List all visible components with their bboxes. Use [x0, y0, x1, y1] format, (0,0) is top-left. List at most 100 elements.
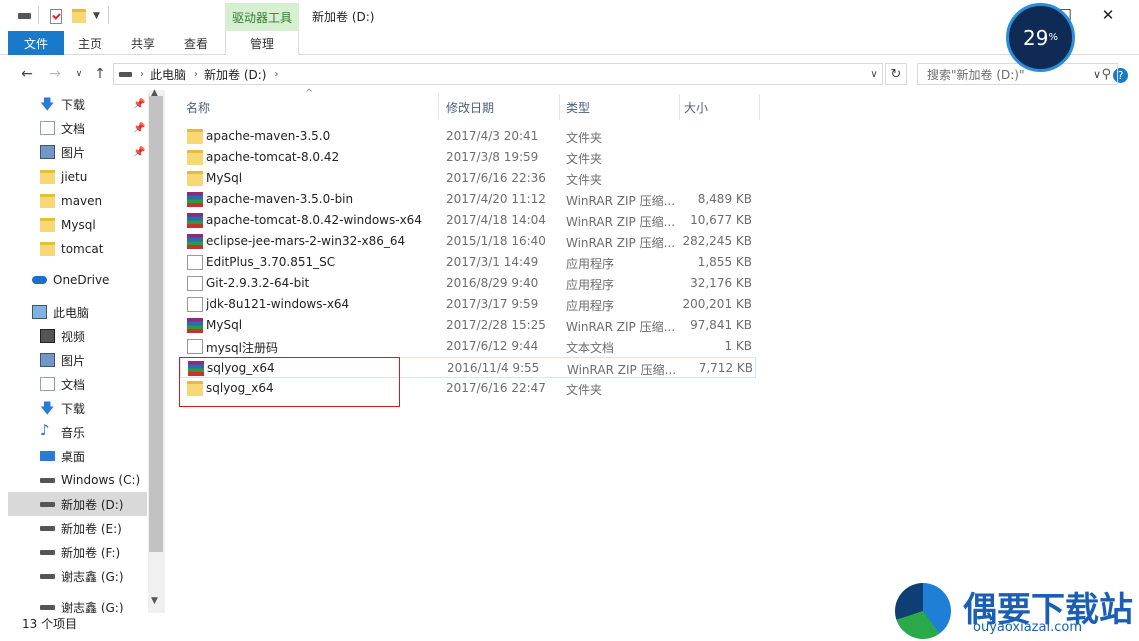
nav-item[interactable]: jietu — [8, 165, 147, 189]
download-icon: 🡇 — [40, 97, 55, 113]
file-row[interactable]: mysql注册码 2017/6/12 9:44 文本文档 1 KB — [180, 336, 756, 357]
nav-item-label: 下载 — [61, 401, 86, 416]
properties-icon[interactable] — [50, 8, 62, 24]
nav-item[interactable]: 新加卷 (F:) — [8, 540, 147, 564]
drive-icon — [40, 574, 55, 579]
nav-scrollbar[interactable]: ▲ ▼ — [148, 88, 165, 613]
nav-item-label: 新加卷 (F:) — [61, 545, 121, 560]
nav-item[interactable]: tomcat — [8, 237, 147, 261]
drive-quick-icon[interactable] — [18, 8, 31, 24]
column-header-date[interactable]: 修改日期 — [440, 94, 560, 120]
file-name: jdk-8u121-windows-x64 — [206, 297, 350, 311]
nav-item[interactable]: 🡇 下载 📌 — [8, 92, 147, 116]
folder-icon — [40, 218, 55, 232]
breadcrumb-this-pc[interactable]: 此电脑 — [150, 66, 186, 83]
nav-item[interactable]: 文档 — [8, 372, 147, 396]
forward-button[interactable]: → — [46, 65, 64, 83]
file-size: 97,841 KB — [690, 318, 752, 332]
rar-icon — [187, 192, 203, 207]
file-row[interactable]: eclipse-jee-mars-2-win32-x86_64 2015/1/18… — [180, 231, 756, 252]
nav-item[interactable]: 新加卷 (D:) — [8, 492, 147, 516]
nav-item-label: Mysql — [61, 218, 96, 232]
back-button[interactable]: ← — [18, 65, 36, 83]
nav-item[interactable]: Windows (C:) — [8, 468, 147, 492]
nav-item[interactable]: ♪ 音乐 — [8, 420, 147, 444]
nav-item[interactable]: OneDrive — [8, 268, 147, 292]
recent-locations-icon[interactable]: ∨ — [70, 65, 88, 83]
download-icon: 🡇 — [40, 401, 55, 417]
nav-item[interactable]: 图片 — [8, 348, 147, 372]
file-date: 2016/8/29 9:40 — [446, 276, 539, 290]
file-date: 2015/1/18 16:40 — [446, 234, 546, 248]
column-header-type[interactable]: 类型 — [560, 94, 680, 120]
file-size: 1,855 KB — [697, 255, 752, 269]
pin-icon[interactable]: 📌 — [133, 123, 145, 134]
pin-icon[interactable]: 📌 — [133, 147, 145, 158]
file-row[interactable]: jdk-8u121-windows-x64 2017/3/17 9:59 应用程序 2… — [180, 294, 756, 315]
app-icon — [187, 297, 203, 312]
nav-item[interactable]: 图片 📌 — [8, 140, 147, 164]
item-count: 13 个项目 — [22, 617, 78, 631]
drive-icon — [40, 502, 55, 507]
folder-icon — [187, 129, 203, 144]
file-row[interactable]: apache-maven-3.5.0-bin 2017/4/20 11:12 Win… — [180, 189, 756, 210]
video-icon — [40, 329, 55, 343]
column-header-size[interactable]: 大小 — [680, 94, 760, 120]
nav-item[interactable]: 谢志鑫 (G:) — [8, 564, 147, 588]
file-row[interactable]: MySql 2017/2/28 15:25 WinRAR ZIP 压缩... 97,8… — [180, 315, 756, 336]
file-type: WinRAR ZIP 压缩... — [566, 320, 676, 334]
file-date: 2017/4/20 11:12 — [446, 192, 546, 206]
file-name: apache-maven-3.5.0 — [206, 129, 331, 143]
quick-access-dropdown-icon[interactable]: ▼ — [93, 8, 100, 24]
breadcrumb-drive-d[interactable]: 新加卷 (D:) — [204, 66, 266, 83]
tab-home[interactable]: 主页 — [66, 31, 114, 55]
file-row[interactable]: EditPlus_3.70.851_SC 2017/3/1 14:49 应用程序 1,… — [180, 252, 756, 273]
computer-icon — [32, 305, 47, 319]
file-type: 文本文档 — [566, 341, 615, 355]
pin-icon[interactable]: 📌 — [133, 99, 145, 110]
nav-item[interactable]: 文档 📌 — [8, 116, 147, 140]
nav-item[interactable]: 谢志鑫 (G:) — [8, 595, 147, 613]
file-size: 200,201 KB — [682, 297, 752, 311]
file-date: 2017/4/18 14:04 — [446, 213, 546, 227]
address-dropdown-icon[interactable]: ∨ — [865, 63, 883, 85]
tab-manage[interactable]: 管理 — [225, 31, 299, 55]
nav-item-label: 文档 — [61, 121, 86, 136]
nav-item[interactable]: 桌面 — [8, 444, 147, 468]
watermark: 偶要下载站 ouyaoxiazai.com — [895, 580, 1139, 641]
up-button[interactable]: ↑ — [91, 65, 109, 83]
close-button[interactable]: ✕ — [1093, 4, 1123, 26]
nav-item[interactable]: Mysql — [8, 213, 147, 237]
badge-unit: % — [1048, 32, 1058, 43]
file-row[interactable]: apache-tomcat-8.0.42-windows-x64 2017/4/1… — [180, 210, 756, 231]
nav-item-label: tomcat — [61, 242, 104, 256]
scroll-down-icon[interactable]: ▼ — [151, 596, 158, 606]
nav-item[interactable]: 新加卷 (E:) — [8, 516, 147, 540]
nav-item[interactable]: 此电脑 — [8, 300, 147, 324]
tab-file[interactable]: 文件 — [8, 31, 64, 55]
file-row[interactable]: MySql 2017/6/16 22:36 文件夹 — [180, 168, 756, 189]
nav-item[interactable]: 视频 — [8, 324, 147, 348]
address-bar[interactable]: › 此电脑 › 新加卷 (D:) › — [113, 63, 883, 85]
breadcrumb-chevron-icon: › — [274, 68, 279, 80]
performance-badge[interactable]: 29% — [1006, 3, 1075, 72]
file-type: 文件夹 — [566, 383, 603, 397]
file-date: 2017/6/16 22:47 — [446, 381, 546, 395]
file-row[interactable]: Git-2.9.3.2-64-bit 2016/8/29 9:40 应用程序 32,1… — [180, 273, 756, 294]
refresh-button[interactable]: ↻ — [885, 63, 907, 85]
tab-view[interactable]: 查看 — [172, 31, 220, 55]
file-row[interactable]: apache-tomcat-8.0.42 2017/3/8 19:59 文件夹 — [180, 147, 756, 168]
new-folder-icon[interactable] — [72, 8, 86, 24]
tab-share[interactable]: 共享 — [118, 31, 168, 55]
search-input[interactable]: 搜索"新加卷 (D:)" — [927, 66, 1025, 83]
file-row[interactable]: apache-maven-3.5.0 2017/4/3 20:41 文件夹 — [180, 126, 756, 147]
file-size: 8,489 KB — [697, 192, 752, 206]
nav-item[interactable]: 🡇 下载 — [8, 396, 147, 420]
scroll-thumb[interactable] — [149, 96, 163, 552]
folder-icon — [187, 171, 203, 186]
nav-item-label: maven — [61, 194, 103, 208]
nav-item[interactable]: maven — [8, 189, 147, 213]
search-box[interactable]: 搜索"新加卷 (D:)" ⚲ — [917, 63, 1118, 85]
column-header-name[interactable]: 名称 — [180, 94, 439, 120]
nav-item-label: 图片 — [61, 145, 86, 160]
